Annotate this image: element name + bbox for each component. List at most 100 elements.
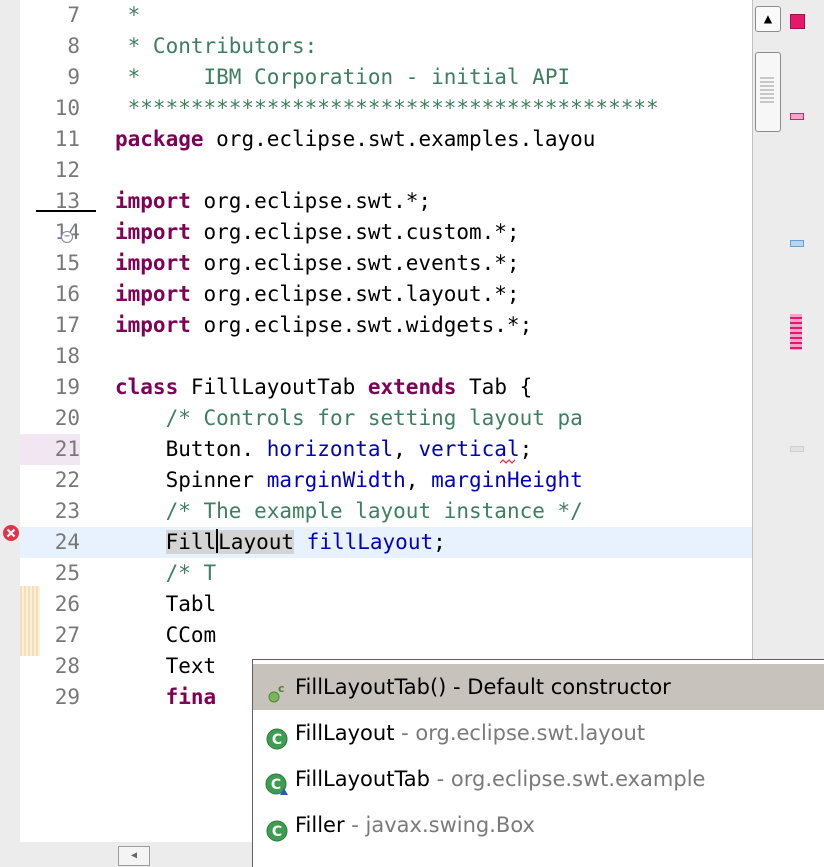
code-text: CCom bbox=[115, 620, 217, 651]
code-token: Tab { bbox=[456, 375, 533, 399]
error-annotation-summary[interactable] bbox=[790, 14, 805, 29]
code-text: import org.eclipse.swt.events.*; bbox=[115, 248, 520, 279]
code-line-19[interactable]: 19 class FillLayoutTab extends Tab { bbox=[20, 372, 752, 403]
line-number: 29 bbox=[54, 685, 80, 709]
completion-name: FillLayoutTab() - Default constructor bbox=[295, 675, 671, 699]
completion-label: Filler - javax.swing.Box bbox=[295, 802, 535, 848]
code-token: ****************************************… bbox=[115, 96, 659, 120]
occurrence-marker[interactable] bbox=[790, 240, 804, 247]
content-assist-popup[interactable]: c FillLayoutTab() - Default constructor C F… bbox=[252, 659, 824, 867]
code-text: fina bbox=[115, 682, 217, 713]
code-token: import bbox=[115, 313, 191, 337]
code-text: import org.eclipse.swt.*; bbox=[115, 186, 431, 217]
completion-item[interactable]: c FillLayoutTab() - Default constructor bbox=[253, 664, 824, 710]
code-line-16[interactable]: 16 import org.eclipse.swt.layout.*; bbox=[20, 279, 752, 310]
code-line-25[interactable]: 25 /* T bbox=[20, 558, 752, 589]
line-number: 13 bbox=[54, 189, 80, 213]
task-marker[interactable] bbox=[790, 446, 804, 452]
code-token: fina bbox=[165, 685, 217, 709]
code-line-8[interactable]: 8 * Contributors: bbox=[20, 31, 752, 62]
code-text: ****************************************… bbox=[115, 93, 659, 124]
fold-collapse-icon[interactable]: − bbox=[61, 231, 73, 243]
class-icon: C bbox=[265, 721, 289, 750]
code-line-12[interactable]: 12 bbox=[20, 155, 752, 186]
completion-name: FillLayoutTab bbox=[295, 767, 430, 791]
code-token: Tabl bbox=[115, 592, 217, 616]
code-token: org.eclipse.swt.examples.layou bbox=[203, 127, 596, 151]
code-token: FillLayout bbox=[165, 529, 295, 554]
completion-item[interactable]: C Filler - javax.swing.Box bbox=[253, 802, 824, 848]
code-text: package org.eclipse.swt.examples.layou bbox=[115, 124, 595, 155]
code-token: Spinner bbox=[115, 468, 267, 492]
code-line-11[interactable]: 11 package org.eclipse.swt.examples.layou bbox=[20, 124, 752, 155]
line-number: 18 bbox=[54, 344, 80, 368]
line-number: 23 bbox=[54, 499, 80, 523]
line-number: 20 bbox=[54, 406, 80, 430]
svg-text:c: c bbox=[278, 682, 285, 695]
completion-qualifier: - org.eclipse.swt.layout bbox=[394, 721, 646, 745]
code-text: class FillLayoutTab extends Tab { bbox=[115, 372, 532, 403]
code-text: * bbox=[115, 0, 141, 31]
line-number: 17 bbox=[54, 313, 80, 337]
svg-text:C: C bbox=[272, 824, 282, 840]
code-text: import org.eclipse.swt.custom.*; bbox=[115, 217, 520, 248]
scroll-thumb[interactable] bbox=[755, 52, 781, 132]
code-token: ; bbox=[433, 530, 446, 554]
code-line-10[interactable]: 10 *************************************… bbox=[20, 93, 752, 124]
code-token: /* T bbox=[165, 561, 217, 585]
completion-item[interactable]: C FillLayout - org.eclipse.swt.layout bbox=[253, 710, 824, 756]
code-token: CCom bbox=[115, 623, 217, 647]
code-line-21[interactable]: 21 Button. horizontal, vertical; bbox=[20, 434, 752, 465]
code-token: import bbox=[115, 282, 191, 306]
completion-name: FillLayout bbox=[295, 721, 395, 745]
code-line-13[interactable]: 13 import org.eclipse.swt.*; bbox=[20, 186, 752, 217]
code-line-26[interactable]: 26 Tabl bbox=[20, 589, 752, 620]
code-text: import org.eclipse.swt.layout.*; bbox=[115, 279, 520, 310]
warning-marker-group[interactable] bbox=[790, 314, 802, 350]
code-line-17[interactable]: 17 import org.eclipse.swt.widgets.*; bbox=[20, 310, 752, 341]
code-line-20[interactable]: 20 /* Controls for setting layout pa bbox=[20, 403, 752, 434]
svg-text:C: C bbox=[272, 732, 282, 748]
code-line-22[interactable]: 22 Spinner marginWidth, marginHeight bbox=[20, 465, 752, 496]
code-token: horizontal bbox=[266, 437, 394, 461]
line-number: 7 bbox=[67, 3, 80, 27]
code-token: org.eclipse.swt.widgets.*; bbox=[190, 313, 533, 337]
error-marker[interactable] bbox=[790, 113, 804, 120]
code-text: * Contributors: bbox=[115, 31, 318, 62]
code-token: * Contributors: bbox=[115, 34, 318, 58]
code-line-7[interactable]: 7 * bbox=[20, 0, 752, 31]
code-token: ; bbox=[519, 437, 533, 461]
code-line-18[interactable]: 18 bbox=[20, 341, 752, 372]
line-number: 9 bbox=[67, 65, 80, 89]
code-line-23[interactable]: 23 /* The example layout instance */ bbox=[20, 496, 752, 527]
code-text: import org.eclipse.swt.widgets.*; bbox=[115, 310, 532, 341]
code-token: vertical bbox=[418, 437, 520, 461]
completion-item[interactable]: C FillLayoutTab - org.eclipse.swt.example bbox=[253, 756, 824, 802]
scroll-up-button[interactable]: ▲ bbox=[755, 6, 781, 32]
code-token: /* Controls for setting layout pa bbox=[165, 406, 583, 430]
code-token: extends bbox=[367, 375, 457, 399]
line-number: 16 bbox=[54, 282, 80, 306]
error-icon[interactable] bbox=[2, 524, 20, 542]
code-line-14[interactable]: 14import org.eclipse.swt.custom.*; bbox=[20, 217, 752, 248]
completion-name: Filler bbox=[295, 813, 345, 837]
completion-label: FillLayoutTab() - Default constructor bbox=[295, 664, 671, 710]
code-token: /* The example layout instance */ bbox=[165, 499, 583, 523]
code-text: /* Controls for setting layout pa bbox=[115, 403, 583, 434]
line-number: 21 bbox=[20, 434, 80, 465]
code-line-24[interactable]: 24 FillLayout fillLayout; bbox=[20, 527, 752, 558]
code-line-27[interactable]: 27 CCom bbox=[20, 620, 752, 651]
code-token: org.eclipse.swt.*; bbox=[190, 189, 432, 213]
horizontal-scrollbar[interactable]: ◀ bbox=[108, 842, 258, 866]
code-line-9[interactable]: 9 * IBM Corporation - initial API bbox=[20, 62, 752, 93]
code-line-15[interactable]: 15 import org.eclipse.swt.events.*; bbox=[20, 248, 752, 279]
scroll-left-button[interactable]: ◀ bbox=[118, 846, 150, 866]
code-token: org.eclipse.swt.events.*; bbox=[190, 251, 520, 275]
line-number: 22 bbox=[54, 468, 80, 492]
line-number: 8 bbox=[67, 34, 80, 58]
